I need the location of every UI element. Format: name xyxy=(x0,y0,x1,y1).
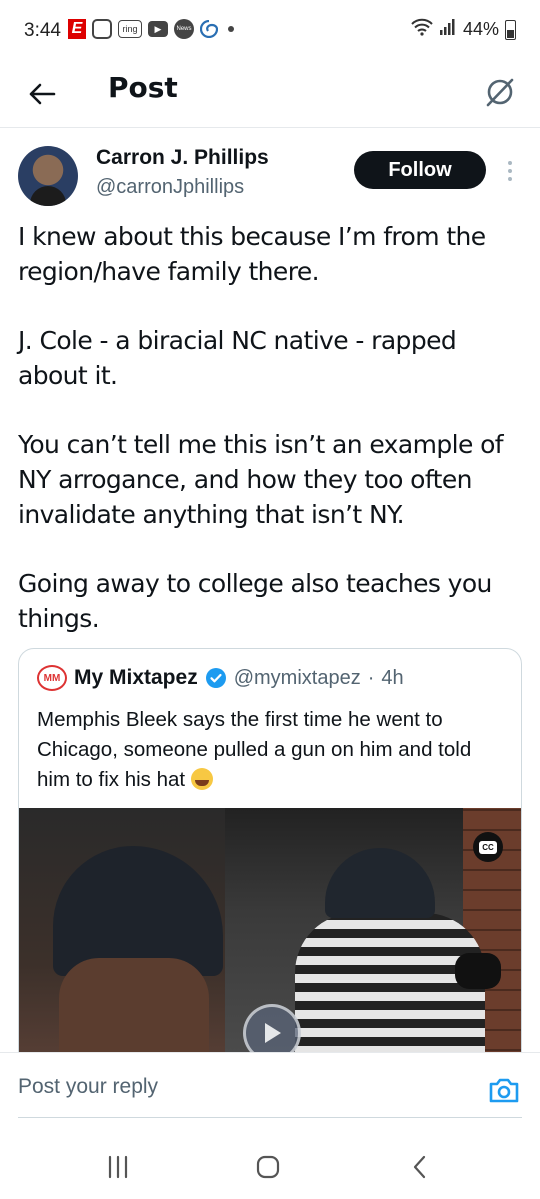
post-paragraph: J. Cole - a biracial NC native - rapped … xyxy=(18,326,457,390)
dot-icon xyxy=(508,177,512,181)
dot-icon xyxy=(508,169,512,173)
status-bar: 3:44 E ring ▶ News 44% xyxy=(0,0,540,62)
separator-dot: · xyxy=(367,666,375,689)
more-options-button[interactable] xyxy=(500,154,520,188)
quoted-author-name: My Mixtapez xyxy=(74,666,198,689)
captions-button[interactable]: CC xyxy=(473,832,503,862)
chevron-left-icon xyxy=(413,1155,426,1179)
follow-button[interactable]: Follow xyxy=(354,151,486,189)
post-text: I knew about this because I’m from the r… xyxy=(18,219,522,636)
video-frame-left xyxy=(19,808,225,1067)
quoted-author-handle: @mymixtapez xyxy=(233,666,361,689)
quoted-post-time: 4h xyxy=(381,666,404,689)
battery-icon xyxy=(505,19,516,40)
status-right: 44% xyxy=(411,18,516,41)
camera-button[interactable] xyxy=(488,1075,520,1105)
recent-apps-icon xyxy=(108,1155,128,1179)
post-paragraph: You can’t tell me this isn’t an example … xyxy=(18,430,504,529)
post-paragraph: Going away to college also teaches you t… xyxy=(18,569,492,633)
youtube-icon: ▶ xyxy=(148,21,168,37)
arrow-left-icon xyxy=(29,83,56,105)
post-paragraph: I knew about this because I’m from the r… xyxy=(18,222,486,286)
status-time: 3:44 xyxy=(24,20,61,41)
verified-badge-icon xyxy=(205,668,226,688)
grok-button[interactable] xyxy=(480,72,520,112)
reply-input[interactable] xyxy=(18,1075,418,1099)
home-icon xyxy=(256,1155,280,1179)
quoted-avatar: MM xyxy=(37,665,67,691)
quoted-post-body: Memphis Bleek says the first time he wen… xyxy=(37,708,472,791)
page-title: Post xyxy=(108,71,178,104)
more-notifications-dot xyxy=(228,26,234,32)
avatar[interactable] xyxy=(18,146,78,206)
reply-divider xyxy=(18,1117,522,1118)
post-author: Carron J. Phillips @carronJphillips Foll… xyxy=(18,140,522,210)
grok-icon xyxy=(486,78,514,107)
top-app-bar: Post xyxy=(0,62,540,128)
dot-icon xyxy=(508,161,512,165)
back-nav-button[interactable] xyxy=(400,1152,440,1182)
news-icon: News xyxy=(174,19,194,39)
cc-icon: CC xyxy=(479,840,497,854)
back-button[interactable] xyxy=(22,74,62,114)
ring-icon: ring xyxy=(118,20,142,38)
home-button[interactable] xyxy=(248,1152,288,1182)
play-icon xyxy=(265,1023,281,1043)
grinning-sweat-emoji-icon xyxy=(190,768,213,790)
edge-icon xyxy=(200,19,218,39)
quoted-post[interactable]: MM My Mixtapez @mymixtapez · 4h Memphis … xyxy=(18,648,522,1068)
notification-icons: E ring ▶ News xyxy=(68,19,234,39)
video-thumbnail[interactable]: CC xyxy=(19,808,521,1067)
wifi-icon xyxy=(411,18,433,41)
quoted-post-header: MM My Mixtapez @mymixtapez · 4h xyxy=(37,665,404,691)
battery-percent: 44% xyxy=(462,19,499,39)
reply-bar xyxy=(0,1052,540,1122)
camera-icon xyxy=(489,1078,519,1103)
author-handle[interactable]: @carronJphillips xyxy=(96,176,244,199)
system-nav-bar xyxy=(0,1122,540,1199)
quoted-post-text: Memphis Bleek says the first time he wen… xyxy=(37,705,507,795)
instagram-icon xyxy=(92,19,112,39)
recent-apps-button[interactable] xyxy=(98,1152,138,1182)
author-name[interactable]: Carron J. Phillips xyxy=(96,146,269,170)
espn-icon: E xyxy=(68,19,86,39)
signal-icon xyxy=(439,18,457,41)
